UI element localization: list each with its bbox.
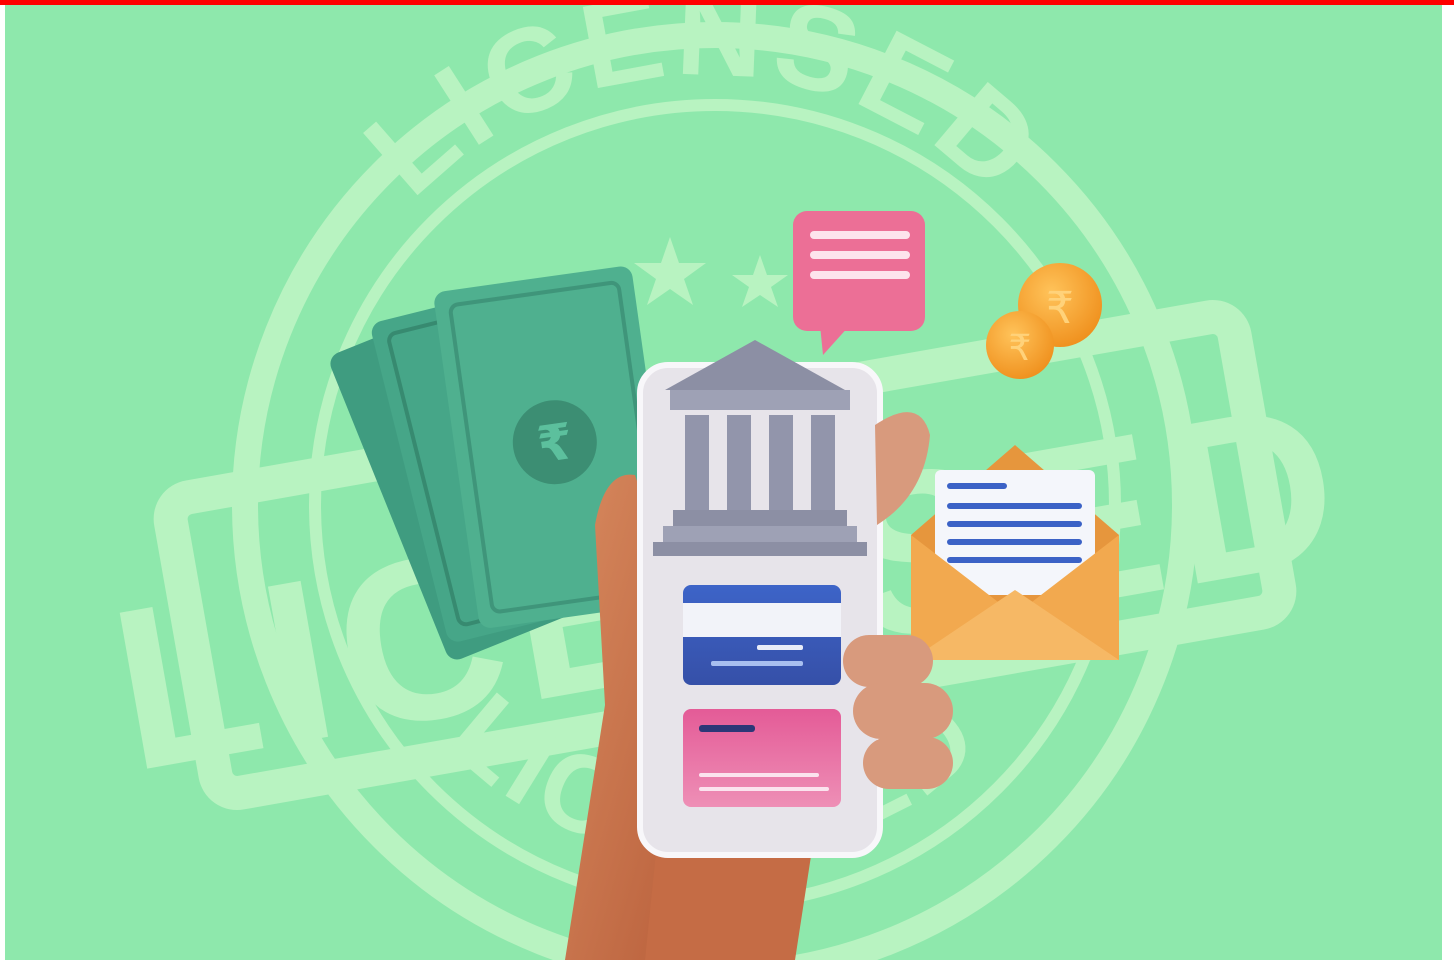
svg-text:₹: ₹ <box>1009 328 1032 369</box>
illustration-frame: LICENSED LICENSED LICENSED <box>0 0 1454 963</box>
credit-card-blue <box>683 585 841 685</box>
phone <box>637 340 883 858</box>
finger <box>863 737 953 789</box>
finger <box>853 683 953 739</box>
finger <box>843 635 933 687</box>
svg-text:₹: ₹ <box>1046 283 1074 334</box>
credit-card-pink <box>683 709 841 807</box>
fintech-licensed-illustration: LICENSED LICENSED LICENSED <box>5 5 1442 960</box>
envelope-icon <box>911 445 1119 660</box>
